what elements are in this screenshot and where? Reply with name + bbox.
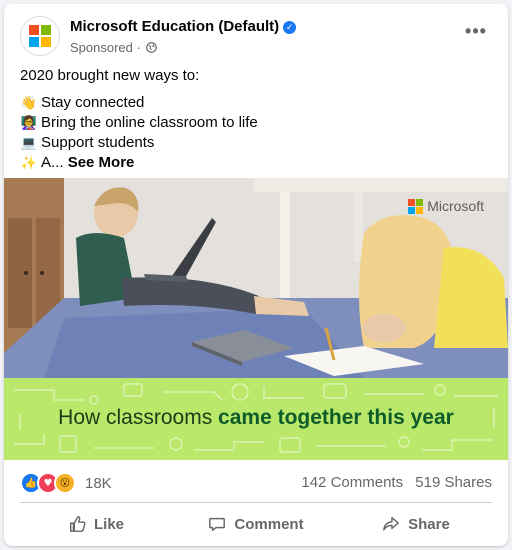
page-name-text[interactable]: Microsoft Education (Default) — [70, 18, 279, 35]
comment-icon — [209, 517, 226, 532]
post-line: 👋 Stay connected — [20, 93, 492, 113]
see-more-link[interactable]: See More — [68, 154, 135, 171]
engagement-stats: 👍 ♥ 😮 18K 142 Comments 519 Shares — [20, 468, 492, 496]
brand-wordmark: Microsoft — [427, 198, 484, 214]
post-line-text: Support students — [41, 134, 155, 151]
post-line-text: Bring the online classroom to life — [41, 114, 258, 131]
page-avatar[interactable] — [20, 16, 60, 56]
share-button[interactable]: Share — [336, 506, 496, 542]
page-name[interactable]: Microsoft Education (Default) ✓ — [70, 18, 297, 35]
microsoft-logo-icon — [408, 198, 424, 214]
post-actions: Like Comment Share — [16, 506, 496, 542]
sponsored-post-card: Microsoft Education (Default) ✓ Sponsored… — [4, 4, 508, 546]
like-label: Like — [93, 515, 124, 533]
meta-separator: · — [136, 40, 141, 55]
post-line: 👩‍🏫 Bring the online classroom to life — [20, 113, 492, 133]
ad-photo[interactable]: Microsoft — [4, 178, 508, 378]
banner-headline-plain: How classrooms — [58, 406, 219, 429]
post-intro: 2020 brought new ways to: — [20, 67, 200, 84]
laptop-emoji-icon: 💻 — [20, 136, 38, 151]
post-text: 2020 brought new ways to: 👋 Stay connecte… — [20, 66, 492, 173]
banner-headline: How classrooms came together this year — [4, 406, 508, 430]
globe-icon — [146, 42, 158, 53]
wave-emoji-icon: 👋 — [20, 96, 38, 111]
like-button[interactable]: Like — [16, 506, 176, 542]
verified-badge-icon: ✓ — [283, 21, 297, 34]
post-line: 💻 Support students — [20, 133, 492, 153]
post-line-text: Stay connected — [41, 94, 145, 111]
actions-divider — [20, 502, 492, 503]
banner-headline-bold: came together this year — [218, 406, 454, 429]
comment-share-counts: 142 Comments 519 Shares — [293, 474, 492, 491]
reaction-count[interactable]: 18K — [85, 475, 112, 492]
post-meta: Sponsored · — [70, 40, 158, 55]
comment-button[interactable]: Comment — [176, 506, 336, 542]
thumbs-up-icon — [69, 516, 86, 532]
sponsored-label[interactable]: Sponsored — [70, 40, 133, 55]
share-label: Share — [408, 515, 450, 533]
comments-count[interactable]: 142 Comments — [301, 474, 403, 491]
microsoft-brand-mark: Microsoft — [408, 198, 484, 214]
wow-reaction-icon: 😮 — [54, 472, 76, 494]
reactions-summary[interactable]: 👍 ♥ 😮 18K — [20, 472, 112, 494]
shares-count[interactable]: 519 Shares — [415, 474, 492, 491]
sparkles-emoji-icon: ✨ — [20, 156, 38, 171]
post-line: ✨ A... See More — [20, 153, 492, 173]
comment-label: Comment — [234, 515, 304, 533]
post-line-text: A... — [41, 154, 64, 171]
share-icon — [383, 516, 400, 531]
post-header: Microsoft Education (Default) ✓ Sponsored… — [20, 14, 496, 58]
more-options-button[interactable]: ••• — [462, 22, 490, 42]
ad-banner[interactable]: How classrooms came together this year — [4, 378, 508, 460]
teacher-emoji-icon: 👩‍🏫 — [20, 116, 38, 131]
microsoft-logo-icon — [29, 25, 51, 47]
